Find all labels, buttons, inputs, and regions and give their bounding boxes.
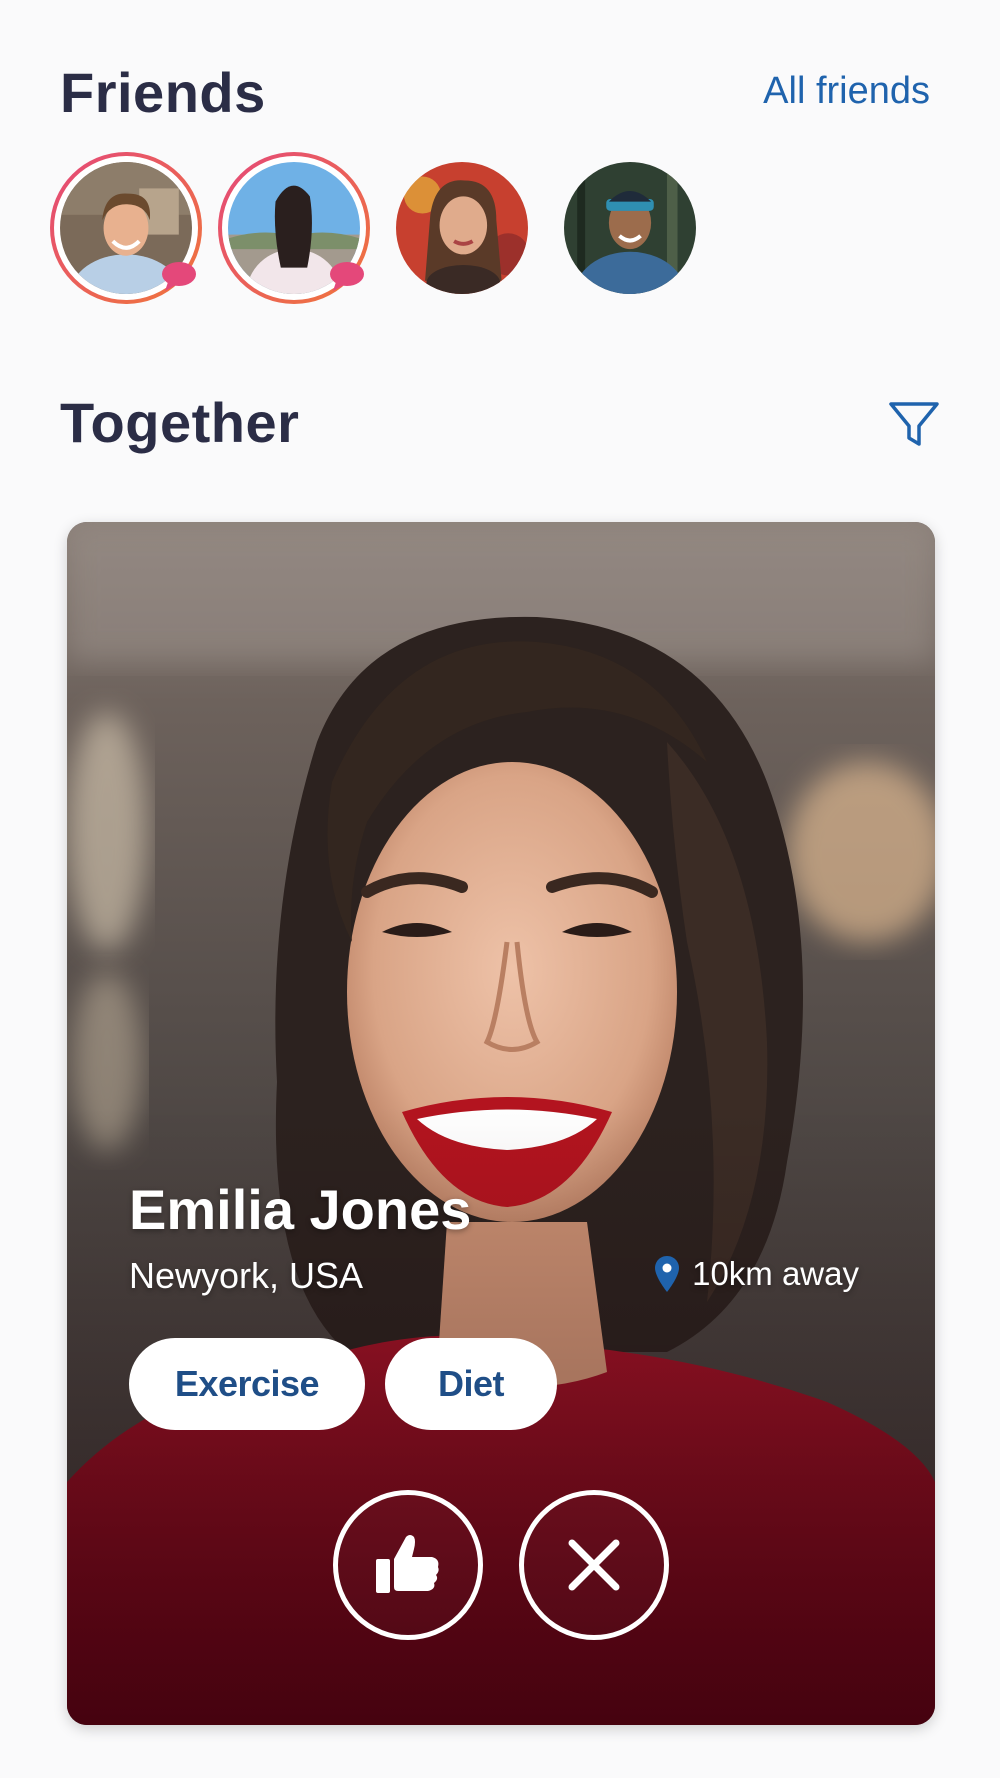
like-button[interactable] xyxy=(333,1490,483,1640)
profile-name: Emilia Jones xyxy=(129,1178,472,1241)
dismiss-button[interactable] xyxy=(519,1490,669,1640)
avatar xyxy=(564,162,696,294)
tag-exercise[interactable]: Exercise xyxy=(129,1338,365,1430)
all-friends-link[interactable]: All friends xyxy=(763,70,930,113)
friends-avatar-row xyxy=(50,152,750,307)
tag-diet[interactable]: Diet xyxy=(385,1338,557,1430)
message-badge-icon xyxy=(162,262,196,291)
message-badge-icon xyxy=(330,262,364,291)
profile-card[interactable]: Emilia Jones Newyork, USA 10km away Exer… xyxy=(67,522,935,1725)
friends-title: Friends xyxy=(60,61,266,124)
friend-avatar-2[interactable] xyxy=(218,152,370,304)
avatar xyxy=(396,162,528,294)
screen: Friends All friends Together Emilia Jone… xyxy=(0,0,1000,1778)
friend-avatar-4[interactable] xyxy=(554,152,706,304)
card-actions xyxy=(67,1490,935,1640)
filter-icon[interactable] xyxy=(886,396,942,452)
location-pin-icon xyxy=(655,1256,680,1292)
friend-avatar-1[interactable] xyxy=(50,152,202,304)
together-title: Together xyxy=(60,391,300,454)
distance-label: 10km away xyxy=(692,1255,859,1292)
interest-tags: Exercise Diet xyxy=(129,1338,557,1430)
distance-info: 10km away xyxy=(654,1255,859,1293)
friend-avatar-3[interactable] xyxy=(386,152,538,304)
thumbs-up-icon xyxy=(376,1535,439,1593)
close-icon xyxy=(568,1539,620,1591)
profile-location: Newyork, USA xyxy=(129,1255,364,1296)
